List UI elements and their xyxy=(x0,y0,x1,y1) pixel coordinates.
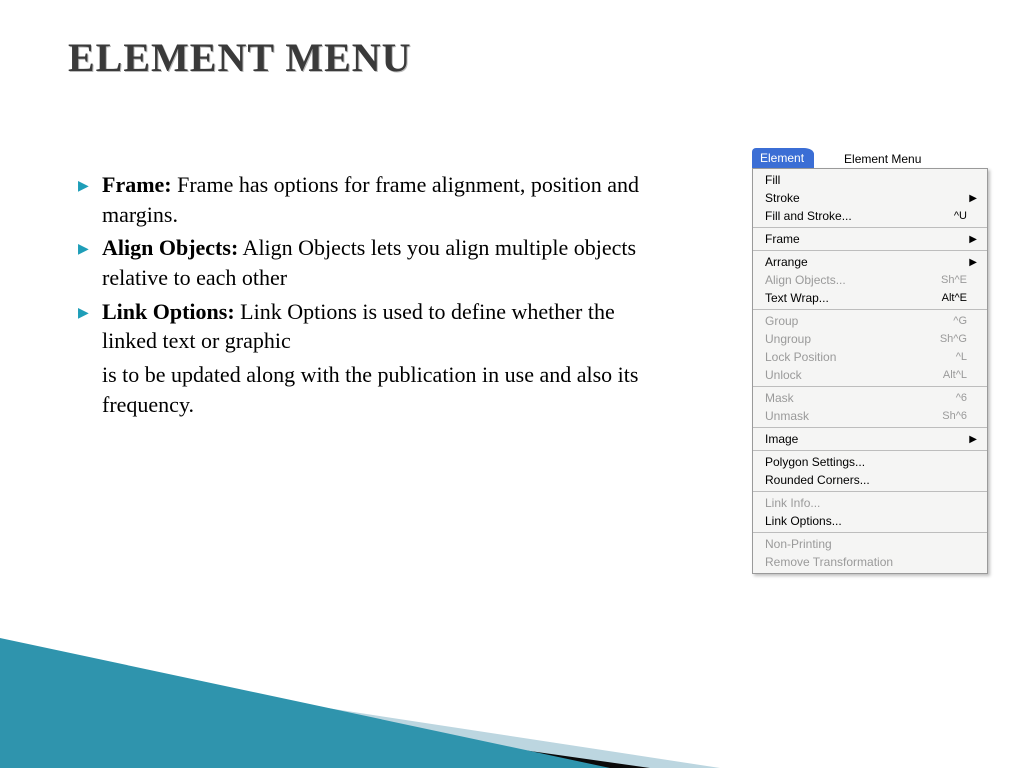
menu-item-shortcut: Alt^E xyxy=(917,292,967,304)
menu-item-ungroup: UngroupSh^G xyxy=(753,330,987,348)
menu-group: Frame ▶ xyxy=(753,228,987,251)
menu-item-label: Align Objects... xyxy=(765,273,917,287)
bullet-label: Link Options: xyxy=(102,299,235,324)
menu-item-mask: Mask^6 xyxy=(753,389,987,407)
menu-item-shortcut: Alt^L xyxy=(917,369,967,381)
menu-group: Image ▶ xyxy=(753,428,987,451)
menu-item-unlock: UnlockAlt^L xyxy=(753,366,987,384)
menu-item-label: Stroke xyxy=(765,191,917,205)
menu-item-label: Unmask xyxy=(765,409,917,423)
menu-group: Group^GUngroupSh^GLock Position^LUnlockA… xyxy=(753,310,987,387)
menu-item-label: Frame xyxy=(765,232,917,246)
bullet-label: Frame: xyxy=(102,172,172,197)
menu-item-remove-transformation: Remove Transformation xyxy=(753,553,987,571)
menu-item-shortcut: Sh^G xyxy=(917,333,967,345)
menu-item-fill-and-stroke[interactable]: Fill and Stroke...^U xyxy=(753,207,987,225)
bullet-item: ▶ Frame: Frame has options for frame ali… xyxy=(78,170,663,229)
menu-item-label: Fill and Stroke... xyxy=(765,209,917,223)
menu-tab-element[interactable]: Element xyxy=(752,148,814,168)
menu-group: Non-Printing Remove Transformation xyxy=(753,533,987,573)
bullet-arrow-icon: ▶ xyxy=(78,241,92,260)
menu-tab-row: Element Element Menu xyxy=(752,146,1012,168)
menu-group: Mask^6UnmaskSh^6 xyxy=(753,387,987,428)
menu-item-frame[interactable]: Frame ▶ xyxy=(753,230,987,248)
menu-item-label: Remove Transformation xyxy=(765,555,917,569)
continuation-text: is to be updated along with the publicat… xyxy=(102,360,663,419)
menu-item-shortcut: ^U xyxy=(917,210,967,222)
menu-item-text-wrap[interactable]: Text Wrap...Alt^E xyxy=(753,289,987,307)
menu-item-shortcut: ^6 xyxy=(917,392,967,404)
decorative-wedge xyxy=(0,578,720,768)
bullet-arrow-icon: ▶ xyxy=(78,178,92,197)
body-text: ▶ Frame: Frame has options for frame ali… xyxy=(78,170,663,420)
menu-item-group: Group^G xyxy=(753,312,987,330)
menu-item-label: Fill xyxy=(765,173,917,187)
menu-group: Arrange▶Align Objects...Sh^EText Wrap...… xyxy=(753,251,987,310)
bullet-arrow-icon: ▶ xyxy=(78,305,92,324)
menu-item-label: Image xyxy=(765,432,917,446)
menu-item-unmask: UnmaskSh^6 xyxy=(753,407,987,425)
bullet-content: Align Objects: Align Objects lets you al… xyxy=(102,233,663,292)
menu-item-label: Rounded Corners... xyxy=(765,473,917,487)
menu-item-align-objects: Align Objects...Sh^E xyxy=(753,271,987,289)
menu-item-shortcut: Sh^E xyxy=(917,274,967,286)
bullet-item: ▶ Link Options: Link Options is used to … xyxy=(78,297,663,356)
menu-item-label: Link Options... xyxy=(765,514,917,528)
menu-item-shortcut: ^G xyxy=(917,315,967,327)
menu-item-lock-position: Lock Position^L xyxy=(753,348,987,366)
element-menu-screenshot: Element Element Menu Fill Stroke ▶ Fill and… xyxy=(752,146,1012,574)
menu-item-label: Unlock xyxy=(765,368,917,382)
menu-item-label: Ungroup xyxy=(765,332,917,346)
menu-item-arrange[interactable]: Arrange ▶ xyxy=(753,253,987,271)
menu-item-label: Arrange xyxy=(765,255,917,269)
submenu-arrow-icon: ▶ xyxy=(967,434,977,445)
submenu-arrow-icon: ▶ xyxy=(967,234,977,245)
slide-title: ELEMENT MENU xyxy=(68,34,412,81)
menu-item-link-info: Link Info... xyxy=(753,494,987,512)
menu-group: Link Info... Link Options... xyxy=(753,492,987,533)
menu-item-label: Mask xyxy=(765,391,917,405)
bullet-content: Link Options: Link Options is used to de… xyxy=(102,297,663,356)
menu-item-stroke[interactable]: Stroke ▶ xyxy=(753,189,987,207)
bullet-item: ▶ Align Objects: Align Objects lets you … xyxy=(78,233,663,292)
menu-item-shortcut: Sh^6 xyxy=(917,410,967,422)
submenu-arrow-icon: ▶ xyxy=(967,257,977,268)
bullet-label: Align Objects: xyxy=(102,235,238,260)
menu-group: Fill Stroke ▶ Fill and Stroke...^U xyxy=(753,169,987,228)
bullet-text: Frame has options for frame alignment, p… xyxy=(102,172,639,227)
menu-item-label: Non-Printing xyxy=(765,537,917,551)
menu-item-link-options[interactable]: Link Options... xyxy=(753,512,987,530)
menu-item-fill[interactable]: Fill xyxy=(753,171,987,189)
menu-panel: FillStroke▶Fill and Stroke...^UFrame▶Arr… xyxy=(752,168,988,574)
menu-caption: Element Menu xyxy=(844,152,921,168)
menu-item-label: Link Info... xyxy=(765,496,917,510)
submenu-arrow-icon: ▶ xyxy=(967,193,977,204)
menu-item-label: Lock Position xyxy=(765,350,917,364)
bullet-content: Frame: Frame has options for frame align… xyxy=(102,170,663,229)
menu-item-label: Group xyxy=(765,314,917,328)
menu-group: Polygon Settings... Rounded Corners... xyxy=(753,451,987,492)
menu-item-shortcut: ^L xyxy=(917,351,967,363)
menu-item-polygon-settings[interactable]: Polygon Settings... xyxy=(753,453,987,471)
menu-item-image[interactable]: Image ▶ xyxy=(753,430,987,448)
menu-item-rounded-corners[interactable]: Rounded Corners... xyxy=(753,471,987,489)
menu-item-label: Polygon Settings... xyxy=(765,455,917,469)
menu-item-label: Text Wrap... xyxy=(765,291,917,305)
menu-item-non-printing: Non-Printing xyxy=(753,535,987,553)
